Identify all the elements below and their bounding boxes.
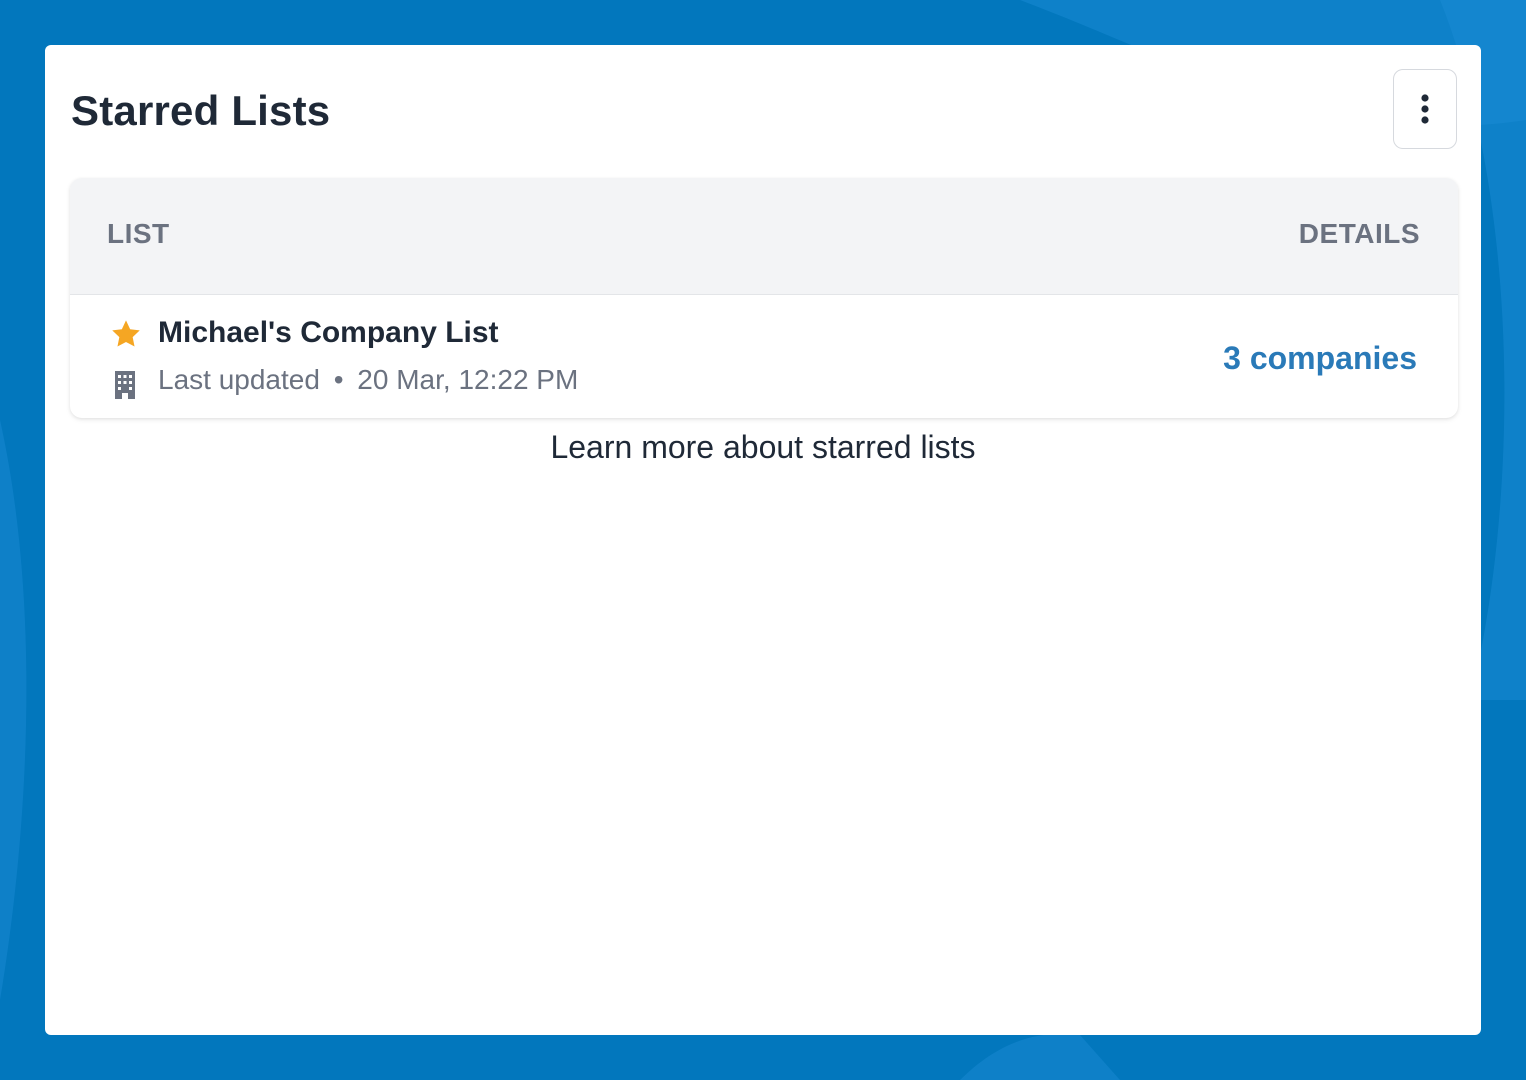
building-icon [115, 371, 135, 399]
column-header-list: LIST [107, 218, 170, 249]
panel-title: Starred Lists [71, 87, 331, 134]
starred-lists-table: LIST DETAILS Michael's Company List Last… [70, 178, 1458, 418]
starred-lists-panel: Starred Lists LIST DETAILS Michael's Com… [45, 45, 1481, 1035]
table-row[interactable]: Michael's Company List Last updated • 20… [70, 296, 1458, 418]
last-updated-meta: Last updated • 20 Mar, 12:22 PM [158, 364, 578, 396]
table-header: LIST DETAILS [70, 178, 1458, 295]
vertical-ellipsis-icon [1421, 94, 1429, 124]
meta-separator: • [333, 364, 344, 395]
companies-count-link[interactable]: 3 companies [1223, 340, 1417, 377]
last-updated-label: Last updated [158, 364, 320, 395]
list-name[interactable]: Michael's Company List [158, 316, 499, 350]
learn-more-link[interactable]: Learn more about starred lists [45, 429, 1481, 466]
last-updated-value: 20 Mar, 12:22 PM [357, 364, 579, 395]
star-icon[interactable] [110, 318, 142, 350]
column-header-details: DETAILS [1298, 218, 1420, 249]
more-options-button[interactable] [1393, 69, 1457, 149]
